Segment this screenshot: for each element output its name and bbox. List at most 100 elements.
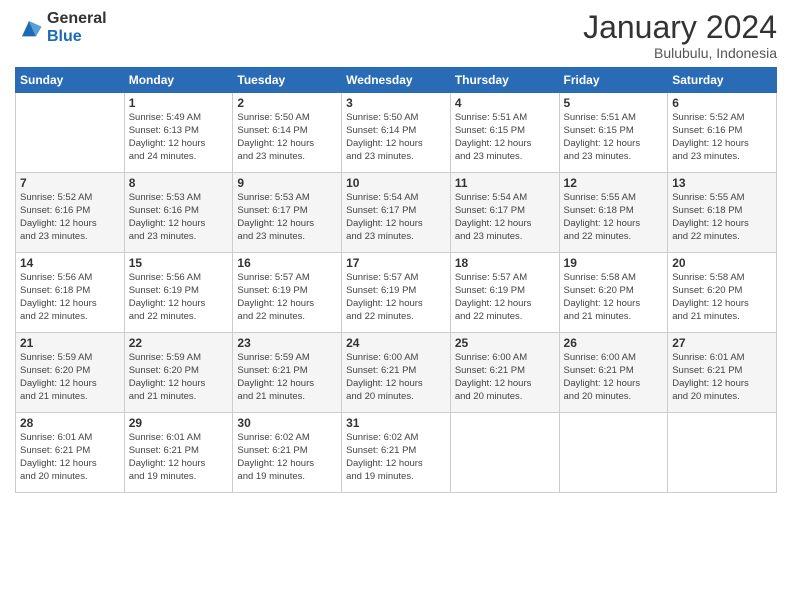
month-title: January 2024 [583,10,777,45]
day-info: Sunrise: 5:58 AMSunset: 6:20 PMDaylight:… [564,272,664,323]
day-info: Sunrise: 5:49 AMSunset: 6:13 PMDaylight:… [129,112,229,163]
calendar-cell: 13 Sunrise: 5:55 AMSunset: 6:18 PMDayligh… [668,173,777,253]
calendar-week-2: 7 Sunrise: 5:52 AMSunset: 6:16 PMDaylight… [16,173,777,253]
calendar-cell: 14 Sunrise: 5:56 AMSunset: 6:18 PMDayligh… [16,253,125,333]
day-number: 26 [564,336,664,350]
day-number: 7 [20,176,120,190]
day-number: 20 [672,256,772,270]
calendar-cell: 2 Sunrise: 5:50 AMSunset: 6:14 PMDaylight… [233,93,342,173]
day-number: 24 [346,336,446,350]
day-number: 31 [346,416,446,430]
day-info: Sunrise: 5:59 AMSunset: 6:21 PMDaylight:… [237,352,337,403]
day-info: Sunrise: 5:55 AMSunset: 6:18 PMDaylight:… [564,192,664,243]
day-number: 11 [455,176,555,190]
calendar-cell: 4Sunrise: 5:51 AMSunset: 6:15 PMDaylight… [450,93,559,173]
day-number: 5 [564,96,664,110]
header: General Blue January 2024 Bulubulu, Indo… [15,10,777,61]
day-info: Sunrise: 5:57 AMSunset: 6:19 PMDaylight:… [455,272,555,323]
col-sunday: Sunday [16,68,125,93]
day-number: 29 [129,416,229,430]
calendar-cell: 18 Sunrise: 5:57 AMSunset: 6:19 PMDayligh… [450,253,559,333]
title-area: January 2024 Bulubulu, Indonesia [583,10,777,61]
calendar-cell: 27Sunrise: 6:01 AMSunset: 6:21 PMDayligh… [668,333,777,413]
day-number: 3 [346,96,446,110]
calendar-cell: 10Sunrise: 5:54 AMSunset: 6:17 PMDayligh… [342,173,451,253]
logo-text: General Blue [47,10,107,46]
day-number: 30 [237,416,337,430]
day-number: 14 [20,256,120,270]
day-info: Sunrise: 5:56 AMSunset: 6:18 PMDaylight:… [20,272,120,323]
calendar-cell: 1 Sunrise: 5:49 AMSunset: 6:13 PMDaylight… [124,93,233,173]
day-info: Sunrise: 5:54 AMSunset: 6:17 PMDaylight:… [455,192,555,243]
calendar-cell: 19 Sunrise: 5:58 AMSunset: 6:20 PMDayligh… [559,253,668,333]
col-monday: Monday [124,68,233,93]
calendar-cell: 29 Sunrise: 6:01 AMSunset: 6:21 PMDayligh… [124,413,233,493]
col-thursday: Thursday [450,68,559,93]
day-number: 16 [237,256,337,270]
day-info: Sunrise: 5:50 AMSunset: 6:14 PMDaylight:… [237,112,337,163]
day-info: Sunrise: 5:58 AMSunset: 6:20 PMDaylight:… [672,272,772,323]
calendar-cell: 23 Sunrise: 5:59 AMSunset: 6:21 PMDayligh… [233,333,342,413]
day-info: Sunrise: 6:02 AMSunset: 6:21 PMDaylight:… [237,432,337,483]
day-number: 6 [672,96,772,110]
day-info: Sunrise: 5:53 AMSunset: 6:17 PMDaylight:… [237,192,337,243]
day-number: 22 [129,336,229,350]
day-number: 17 [346,256,446,270]
day-info: Sunrise: 6:01 AMSunset: 6:21 PMDaylight:… [672,352,772,403]
day-number: 8 [129,176,229,190]
calendar-week-1: 1 Sunrise: 5:49 AMSunset: 6:13 PMDaylight… [16,93,777,173]
day-number: 12 [564,176,664,190]
day-number: 13 [672,176,772,190]
calendar-cell [559,413,668,493]
col-friday: Friday [559,68,668,93]
calendar-cell: 15Sunrise: 5:56 AMSunset: 6:19 PMDayligh… [124,253,233,333]
day-number: 19 [564,256,664,270]
day-info: Sunrise: 5:52 AMSunset: 6:16 PMDaylight:… [20,192,120,243]
day-info: Sunrise: 5:56 AMSunset: 6:19 PMDaylight:… [129,272,229,323]
calendar-cell: 7 Sunrise: 5:52 AMSunset: 6:16 PMDaylight… [16,173,125,253]
day-info: Sunrise: 6:00 AMSunset: 6:21 PMDaylight:… [455,352,555,403]
day-number: 4 [455,96,555,110]
day-info: Sunrise: 5:51 AMSunset: 6:15 PMDaylight:… [564,112,664,163]
calendar-cell: 22 Sunrise: 5:59 AMSunset: 6:20 PMDayligh… [124,333,233,413]
day-number: 2 [237,96,337,110]
day-number: 21 [20,336,120,350]
day-info: Sunrise: 5:52 AMSunset: 6:16 PMDaylight:… [672,112,772,163]
day-info: Sunrise: 5:50 AMSunset: 6:14 PMDaylight:… [346,112,446,163]
calendar-cell: 30 Sunrise: 6:02 AMSunset: 6:21 PMDayligh… [233,413,342,493]
calendar-cell: 12 Sunrise: 5:55 AMSunset: 6:18 PMDayligh… [559,173,668,253]
calendar-cell: 3 Sunrise: 5:50 AMSunset: 6:14 PMDaylight… [342,93,451,173]
day-info: Sunrise: 5:57 AMSunset: 6:19 PMDaylight:… [346,272,446,323]
calendar-cell: 21Sunrise: 5:59 AMSunset: 6:20 PMDayligh… [16,333,125,413]
calendar-cell: 6 Sunrise: 5:52 AMSunset: 6:16 PMDaylight… [668,93,777,173]
logo: General Blue [15,10,107,46]
calendar-cell: 16 Sunrise: 5:57 AMSunset: 6:19 PMDayligh… [233,253,342,333]
location: Bulubulu, Indonesia [583,45,777,61]
day-number: 25 [455,336,555,350]
calendar-cell: 25 Sunrise: 6:00 AMSunset: 6:21 PMDayligh… [450,333,559,413]
day-number: 18 [455,256,555,270]
day-info: Sunrise: 5:53 AMSunset: 6:16 PMDaylight:… [129,192,229,243]
logo-icon [15,14,43,42]
day-info: Sunrise: 5:59 AMSunset: 6:20 PMDaylight:… [129,352,229,403]
logo-general: General [47,10,107,27]
calendar-week-4: 21 Sunrise: 5:59 AMSunset: 6:20 PMDayligh… [16,333,777,413]
day-info: Sunrise: 6:02 AMSunset: 6:21 PMDaylight:… [346,432,446,483]
day-number: 23 [237,336,337,350]
calendar-cell [668,413,777,493]
day-info: Sunrise: 5:57 AMSunset: 6:19 PMDaylight:… [237,272,337,323]
col-wednesday: Wednesday [342,68,451,93]
day-info: Sunrise: 5:55 AMSunset: 6:18 PMDaylight:… [672,192,772,243]
calendar-table: Sunday Monday Tuesday Wednesday Thursday… [15,67,777,493]
day-info: Sunrise: 6:01 AMSunset: 6:21 PMDaylight:… [20,432,120,483]
calendar-cell: 31 Sunrise: 6:02 AMSunset: 6:21 PMDayligh… [342,413,451,493]
calendar-cell: 11 Sunrise: 5:54 AMSunset: 6:17 PMDayligh… [450,173,559,253]
calendar-week-3: 14 Sunrise: 5:56 AMSunset: 6:18 PMDayligh… [16,253,777,333]
col-saturday: Saturday [668,68,777,93]
calendar-cell: 9Sunrise: 5:53 AMSunset: 6:17 PMDaylight… [233,173,342,253]
day-info: Sunrise: 5:54 AMSunset: 6:17 PMDaylight:… [346,192,446,243]
calendar-cell: 5 Sunrise: 5:51 AMSunset: 6:15 PMDaylight… [559,93,668,173]
calendar-cell: 8 Sunrise: 5:53 AMSunset: 6:16 PMDaylight… [124,173,233,253]
day-number: 1 [129,96,229,110]
day-info: Sunrise: 6:01 AMSunset: 6:21 PMDaylight:… [129,432,229,483]
